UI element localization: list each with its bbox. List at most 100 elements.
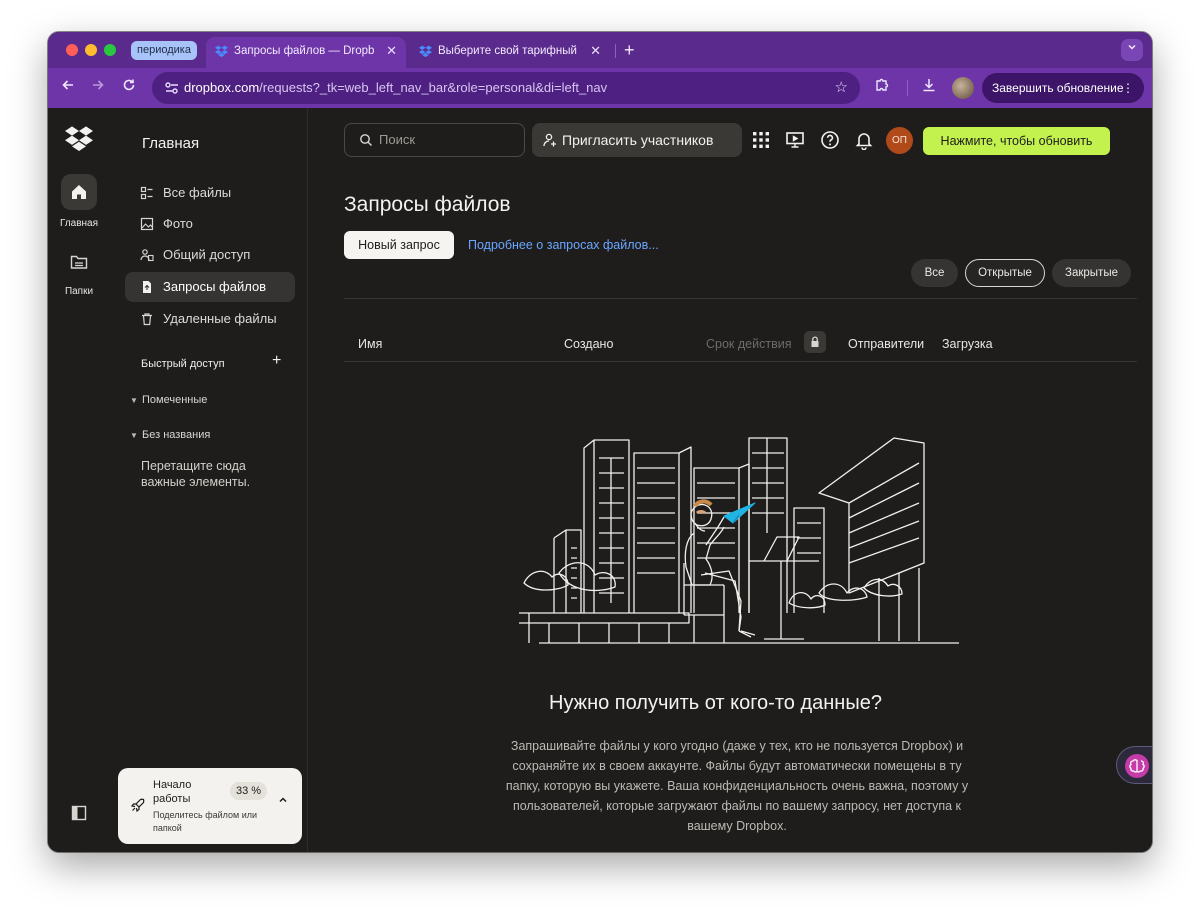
zoom-window-button[interactable] (104, 44, 116, 56)
sidebar-item-deleted[interactable]: Удаленные файлы (125, 304, 295, 334)
invite-members-button[interactable]: Пригласить участников (532, 123, 742, 157)
drop-zone-hint: Перетащите сюда важные элементы. (141, 459, 251, 489)
filter-open[interactable]: Открытые (965, 259, 1045, 287)
site-settings-icon[interactable] (162, 78, 182, 98)
puzzle-icon (876, 78, 889, 91)
more-vert-icon[interactable]: ⋮ (1122, 73, 1134, 103)
arrow-right-icon (93, 80, 104, 90)
close-window-button[interactable] (66, 44, 78, 56)
browser-toolbar: dropbox.com/requests?_tk=web_left_nav_ba… (48, 68, 1152, 108)
forward-button[interactable] (87, 77, 109, 99)
filter-all[interactable]: Все (911, 259, 958, 287)
sidebar-item-label: Все файлы (163, 185, 232, 200)
dropbox-icon (419, 45, 432, 58)
browser-window: периодика Запросы файлов — Dropbox ✕ Выб… (48, 32, 1152, 852)
group-label: Помеченные (142, 394, 208, 406)
sidebar-item-label: Удаленные файлы (163, 311, 277, 326)
sidebar-item-shared[interactable]: Общий доступ (125, 240, 295, 270)
downloads-button[interactable] (918, 77, 940, 99)
untitled-group[interactable]: ▼ Без названия (130, 429, 210, 441)
header-divider (344, 298, 1137, 299)
extensions-button[interactable] (871, 77, 893, 99)
nav-title: Главная (142, 135, 200, 152)
onboarding-subtitle: Поделитесь файлом или папкой (153, 810, 258, 833)
add-quick-access-button[interactable]: + (272, 352, 281, 370)
rail-folders-label[interactable]: Папки (48, 286, 110, 297)
empty-state-description: Запрашивайте файлы у кого угодно (даже у… (505, 739, 969, 833)
tab-pricing[interactable]: Выберите свой тарифный п ✕ (410, 37, 610, 68)
table-divider (344, 361, 1137, 362)
help-icon[interactable] (820, 130, 840, 150)
download-icon (923, 79, 935, 92)
left-rail: Главная Папки (48, 108, 110, 852)
column-senders[interactable]: Отправители (848, 337, 924, 351)
tab-separator (615, 44, 616, 58)
main-content: Поиск Пригласить участников ОП Нажмите, … (309, 108, 1152, 852)
bell-icon[interactable] (854, 130, 874, 150)
reload-button[interactable] (118, 77, 140, 99)
tab-close-icon[interactable]: ✕ (590, 37, 601, 65)
lock-icon (811, 336, 819, 347)
column-created[interactable]: Создано (564, 337, 613, 351)
dropbox-app: Главная Папки Главная Все файлы Фото Общ… (48, 108, 1152, 852)
search-icon (360, 134, 372, 146)
tab-search-button[interactable] (1121, 39, 1143, 61)
sidebar-item-all-files[interactable]: Все файлы (125, 178, 295, 208)
brain-glyph (1129, 759, 1145, 773)
column-name[interactable]: Имя (358, 337, 382, 351)
trash-icon (142, 313, 152, 326)
arrow-left-icon (62, 80, 73, 90)
search-placeholder: Поиск (379, 132, 416, 147)
chevron-down-icon: ▼ (130, 431, 138, 440)
new-request-button[interactable]: Новый запрос (344, 231, 454, 259)
app-grid-icon[interactable] (751, 130, 771, 150)
rail-home-label[interactable]: Главная (48, 218, 110, 229)
tab-title: Выберите свой тарифный п (438, 45, 578, 57)
url-text[interactable]: dropbox.com/requests?_tk=web_left_nav_ba… (184, 72, 607, 104)
starred-group[interactable]: ▼ Помеченные (130, 394, 207, 406)
group-label: Без названия (142, 429, 211, 441)
page-title: Запросы файлов (344, 193, 511, 216)
onboarding-progress-badge: 33 % (230, 782, 268, 800)
quick-access-title[interactable]: Быстрый доступ (141, 358, 225, 370)
minimize-window-button[interactable] (85, 44, 97, 56)
tab-close-icon[interactable]: ✕ (386, 37, 397, 65)
present-icon[interactable] (785, 130, 805, 150)
address-bar[interactable]: dropbox.com/requests?_tk=web_left_nav_ba… (152, 72, 860, 104)
user-avatar[interactable]: ОП (886, 127, 913, 154)
sidebar-item-label: Фото (163, 216, 193, 231)
onboarding-card[interactable]: Начало работы 33 % Поделитесь файлом или… (118, 768, 302, 844)
new-tab-button[interactable]: + (624, 38, 635, 62)
toggle-sidebar-icon[interactable] (71, 805, 87, 821)
ai-assistant-button[interactable] (1116, 746, 1152, 784)
sidebar-item-file-requests[interactable]: Запросы файлов (125, 272, 295, 302)
filter-closed[interactable]: Закрытые (1052, 259, 1131, 287)
sidebar-item-label: Запросы файлов (163, 279, 267, 294)
toolbar-divider (907, 80, 908, 96)
dropbox-logo-icon[interactable] (65, 126, 93, 152)
sidebar-item-label: Общий доступ (163, 247, 251, 262)
learn-more-link[interactable]: Подробнее о запросах файлов... (468, 238, 659, 252)
column-upload[interactable]: Загрузка (942, 337, 993, 351)
tab-file-requests[interactable]: Запросы файлов — Dropbox ✕ (206, 37, 406, 68)
chevron-up-icon[interactable] (278, 795, 288, 808)
reload-icon (123, 79, 135, 91)
empty-state-title: Нужно получить от кого-то данные? (549, 692, 882, 714)
folder-icon[interactable] (70, 254, 88, 270)
url-path: /requests?_tk=web_left_nav_bar&role=pers… (259, 80, 608, 95)
tab-group-label[interactable]: периодика (131, 41, 197, 60)
back-button[interactable] (57, 77, 79, 99)
bookmark-star-icon[interactable]: ☆ (835, 77, 848, 99)
finish-update-button[interactable]: Завершить обновление ⋮ (982, 73, 1144, 103)
column-deadline: Срок действия (706, 337, 792, 351)
tab-title: Запросы файлов — Dropbox (234, 45, 374, 57)
chevron-up-glyph (279, 797, 287, 803)
tab-strip: периодика Запросы файлов — Dropbox ✕ Выб… (48, 32, 1152, 68)
sidebar-item-photos[interactable]: Фото (125, 209, 295, 239)
shared-icon (140, 249, 154, 262)
home-icon (72, 185, 86, 199)
upgrade-button[interactable]: Нажмите, чтобы обновить (923, 127, 1110, 155)
profile-avatar[interactable] (952, 77, 974, 99)
add-person-icon (543, 133, 556, 147)
search-input[interactable]: Поиск (344, 123, 525, 157)
